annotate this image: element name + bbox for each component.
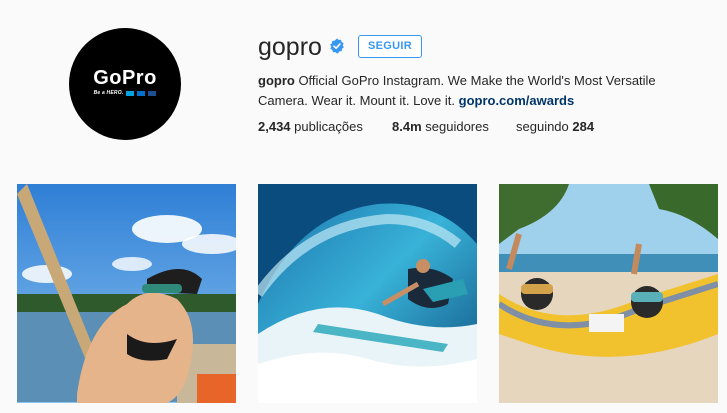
bio-name: gopro [258, 73, 295, 88]
logo-blue-box-1 [126, 90, 135, 96]
posts-label: publicações [294, 119, 363, 134]
followers-count: 8.4m [392, 119, 422, 134]
stat-posts: 2,434 publicações [258, 119, 363, 134]
bio-link[interactable]: gopro.com/awards [459, 93, 575, 108]
stat-followers[interactable]: 8.4m seguidores [392, 119, 489, 134]
followers-label: seguidores [425, 119, 489, 134]
posts-count: 2,434 [258, 119, 291, 134]
profile-bio: gopro Official GoPro Instagram. We Make … [258, 71, 698, 111]
following-label: seguindo [516, 119, 569, 134]
logo-tagline-text: Be a HERO. [93, 90, 124, 96]
post-surfer-wave[interactable] [258, 184, 477, 403]
profile-avatar[interactable]: GoPro Be a HERO. [69, 28, 181, 140]
photo-rope-swing [17, 184, 236, 403]
follow-button[interactable]: SEGUIR [358, 35, 422, 58]
post-rope-swing-selfie[interactable] [17, 184, 236, 403]
logo-blue-box-2 [137, 90, 146, 96]
verified-badge-icon [330, 38, 344, 54]
gopro-logo: GoPro [93, 67, 157, 89]
logo-blue-box-3 [148, 90, 157, 96]
gopro-logo-tagline: Be a HERO. [94, 90, 157, 96]
bio-text: Official GoPro Instagram. We Make the Wo… [258, 73, 656, 108]
photo-surfer-wave [258, 184, 477, 403]
post-hammock-beach[interactable] [499, 184, 718, 403]
profile-username: gopro [258, 33, 322, 61]
following-count: 284 [572, 119, 595, 134]
photo-hammock-beach [499, 184, 718, 403]
stat-following[interactable]: seguindo 284 [516, 119, 594, 134]
